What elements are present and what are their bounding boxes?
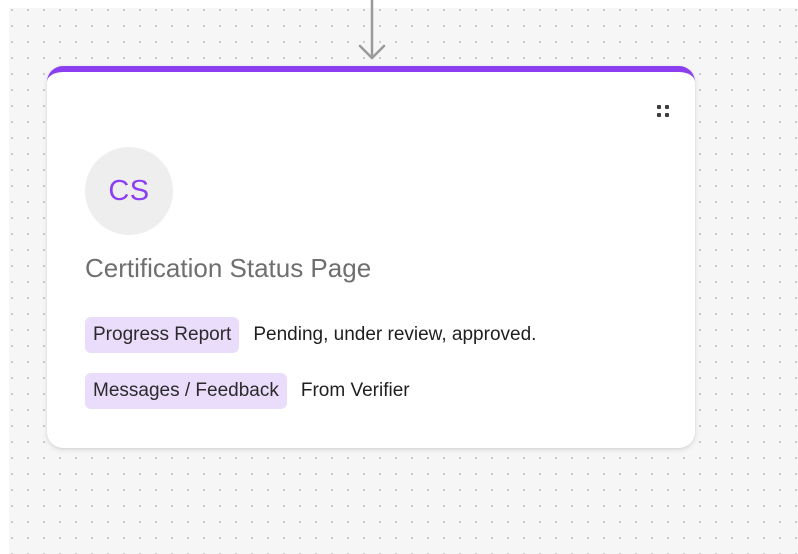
canvas-frame-left (0, 0, 9, 554)
page-node-card[interactable]: CS Certification Status Page Progress Re… (47, 66, 695, 448)
field-value: Pending, under review, approved. (253, 324, 537, 345)
field-value: From Verifier (300, 380, 410, 401)
page-title: Certification Status Page (85, 253, 372, 283)
field-tag: Messages / Feedback (85, 373, 287, 409)
arrow-down-icon (358, 0, 386, 60)
canvas-frame-top (0, 0, 798, 8)
field-tag: Progress Report (85, 317, 240, 353)
field-row: Messages / Feedback From Verifier (85, 373, 410, 409)
avatar: CS (85, 147, 173, 235)
field-row: Progress Report Pending, under review, a… (85, 317, 536, 353)
drag-handle-icon[interactable] (657, 105, 671, 119)
avatar-initials: CS (108, 174, 150, 207)
